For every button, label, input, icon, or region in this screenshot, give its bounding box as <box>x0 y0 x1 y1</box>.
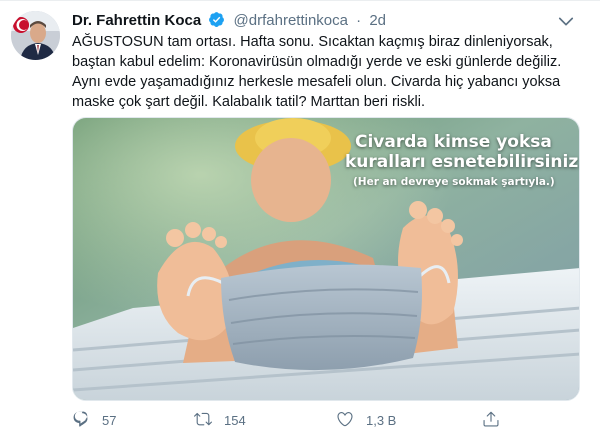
reply-icon <box>72 410 90 431</box>
tweet-header: Dr. Fahrettin Koca @drfahrettinkoca · 2d <box>72 11 588 31</box>
avatar[interactable] <box>11 11 60 60</box>
author-name[interactable]: Dr. Fahrettin Koca <box>72 12 201 29</box>
verified-badge-icon <box>208 11 225 34</box>
avatar-image <box>11 11 60 60</box>
image-caption-line-3: (Her an devreye sokmak şartıyla.) <box>353 176 555 188</box>
author-handle[interactable]: @drfahrettinkoca <box>234 12 348 29</box>
chevron-down-icon[interactable] <box>556 11 576 31</box>
reply-button[interactable]: 57 <box>72 408 116 432</box>
like-count: 1,3 B <box>366 412 397 428</box>
share-icon <box>482 410 500 431</box>
tweet-text: AĞUSTOSUN tam ortası. Hafta sonu. Sıcakt… <box>72 34 562 110</box>
tweet-media-image[interactable]: Civarda kimse yoksa kuralları esnetebili… <box>72 117 580 401</box>
reply-count: 57 <box>102 412 117 428</box>
retweet-icon <box>194 410 212 431</box>
meta-separator: · <box>356 12 362 29</box>
tweet-timestamp[interactable]: 2d <box>369 12 386 29</box>
share-button[interactable] <box>482 408 500 432</box>
like-button[interactable]: 1,3 B <box>336 408 396 432</box>
image-caption-line-2: kuralları esnetebilirsiniz. <box>345 152 580 172</box>
tweet-actions: 57 154 1,3 B <box>72 408 502 432</box>
tweet-card[interactable]: Dr. Fahrettin Koca @drfahrettinkoca · 2d… <box>0 0 600 447</box>
retweet-button[interactable]: 154 <box>194 408 246 432</box>
heart-icon <box>336 410 354 431</box>
retweet-count: 154 <box>224 412 246 428</box>
image-caption-line-1: Civarda kimse yoksa <box>355 132 552 152</box>
